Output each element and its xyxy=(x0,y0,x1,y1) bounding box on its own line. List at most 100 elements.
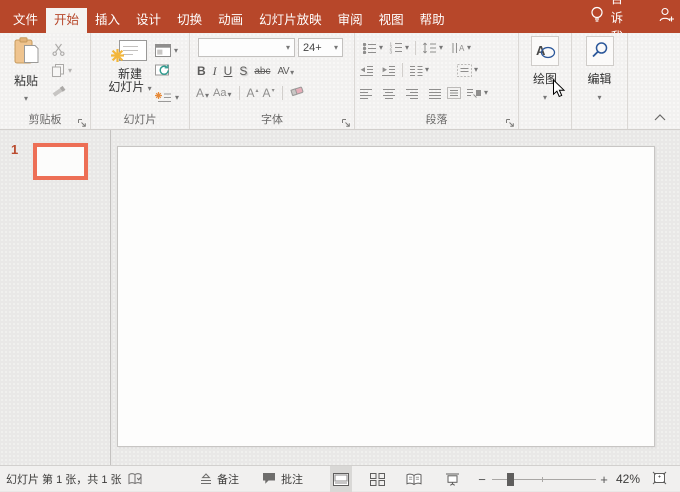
text-shadow-button[interactable]: S xyxy=(239,64,247,78)
zoom-out-button[interactable]: − xyxy=(476,472,488,487)
increase-indent-button[interactable] xyxy=(381,65,396,76)
zoom-slider[interactable] xyxy=(492,472,596,486)
slide-sorter-view-button[interactable] xyxy=(365,466,389,492)
copy-button[interactable]: ▾ xyxy=(52,60,72,81)
distribute-text-button[interactable] xyxy=(447,87,461,99)
increase-indent-icon xyxy=(382,65,395,76)
bold-button[interactable]: B xyxy=(197,64,206,78)
divider xyxy=(415,41,417,55)
tell-me-button[interactable]: 告诉我 xyxy=(590,0,623,44)
columns-icon xyxy=(410,65,423,76)
tab-slideshow[interactable]: 幻灯片放映 xyxy=(251,8,330,33)
drawing-icon: A xyxy=(536,43,556,59)
align-left-button[interactable] xyxy=(359,88,373,99)
share-button[interactable]: 共享 xyxy=(659,0,680,33)
convert-to-smartart-button[interactable]: ▾ xyxy=(466,87,488,99)
format-painter-button[interactable] xyxy=(52,81,72,102)
comments-button[interactable]: 批注 xyxy=(262,471,303,487)
tab-insert[interactable]: 插入 xyxy=(87,8,128,33)
justify-button[interactable] xyxy=(428,88,442,99)
align-right-icon xyxy=(406,88,418,99)
svg-text:A: A xyxy=(459,44,465,53)
numbering-icon: 123 xyxy=(390,42,403,54)
section-button[interactable]: ▾ xyxy=(155,88,179,107)
bullets-button[interactable]: ▾ xyxy=(363,42,383,54)
line-spacing-icon xyxy=(423,42,437,54)
slide-canvas[interactable] xyxy=(117,146,655,447)
columns-button[interactable]: ▾ xyxy=(409,65,429,76)
text-direction-button[interactable]: A ▾ xyxy=(451,42,471,54)
ribbon-tab-bar: 文件 开始 插入 设计 切换 动画 幻灯片放映 审阅 视图 帮助 告诉我 共享 xyxy=(0,0,680,44)
paragraph-dialog-launcher[interactable] xyxy=(505,115,515,127)
align-center-icon xyxy=(383,88,395,99)
slides-group-label: 幻灯片 xyxy=(123,114,157,126)
add-person-icon xyxy=(659,7,675,26)
zoom-in-button[interactable]: + xyxy=(598,472,610,487)
normal-view-button[interactable] xyxy=(330,466,352,492)
comments-label: 批注 xyxy=(281,473,303,486)
font-color-button[interactable]: A ▾ xyxy=(196,86,209,100)
clear-formatting-button[interactable] xyxy=(289,84,304,102)
eraser-icon xyxy=(289,86,303,97)
drawing-dropdown-arrow[interactable]: ▾ xyxy=(543,93,547,102)
tab-animations[interactable]: 动画 xyxy=(210,8,251,33)
notes-button[interactable]: 备注 xyxy=(200,471,239,487)
reading-view-button[interactable] xyxy=(402,466,426,492)
bullets-icon xyxy=(363,42,376,54)
italic-button[interactable]: I xyxy=(213,64,217,79)
tab-home[interactable]: 开始 xyxy=(46,8,88,33)
paste-button[interactable]: 粘贴 ▾ xyxy=(6,37,46,103)
align-left-icon xyxy=(360,88,372,99)
zoom-slider-handle[interactable] xyxy=(507,472,514,486)
editing-button[interactable] xyxy=(585,36,614,66)
new-slide-icon xyxy=(111,40,148,67)
comment-icon xyxy=(263,473,275,484)
paste-dropdown-arrow[interactable]: ▾ xyxy=(6,95,46,103)
new-slide-button[interactable]: 新建 幻灯片 ▾ xyxy=(105,36,155,94)
change-case-button[interactable]: Aa ▾ xyxy=(213,87,231,99)
section-dropdown-arrow[interactable]: ▾ xyxy=(175,93,179,102)
strikethrough-button[interactable]: abc xyxy=(254,66,270,77)
font-size-dropdown-arrow[interactable]: ▾ xyxy=(334,43,338,52)
font-dialog-launcher[interactable] xyxy=(341,115,351,127)
svg-text:3: 3 xyxy=(390,50,393,54)
cut-button[interactable] xyxy=(52,39,72,60)
fit-slide-to-window-button[interactable] xyxy=(652,471,667,488)
font-size-combobox[interactable]: 24+ ▾ xyxy=(298,38,343,57)
reset-slide-button[interactable] xyxy=(155,60,179,79)
underline-button[interactable]: U xyxy=(224,64,233,78)
align-center-button[interactable] xyxy=(382,88,396,99)
tab-transitions[interactable]: 切换 xyxy=(169,8,210,33)
zoom-percentage[interactable]: 42% xyxy=(616,472,644,486)
tab-help[interactable]: 帮助 xyxy=(412,8,453,33)
character-spacing-button[interactable]: AV ▾ xyxy=(277,66,294,77)
paragraph-group: ▾ 123 ▾ ▾ A ▾ ▾ ▾ ▾ 段落 xyxy=(355,33,519,129)
editing-dropdown-arrow[interactable]: ▾ xyxy=(597,93,601,102)
slideshow-view-button[interactable] xyxy=(440,466,464,492)
drawing-button[interactable]: A xyxy=(531,36,559,66)
spell-check-icon xyxy=(128,472,142,484)
line-spacing-button[interactable]: ▾ xyxy=(422,42,443,54)
tab-file[interactable]: 文件 xyxy=(5,8,46,33)
align-right-button[interactable] xyxy=(405,88,419,99)
clipboard-dialog-launcher[interactable] xyxy=(77,115,87,127)
copy-dropdown-arrow[interactable]: ▾ xyxy=(68,66,72,75)
layout-dropdown-arrow[interactable]: ▾ xyxy=(174,46,178,55)
spell-check-button[interactable] xyxy=(128,472,143,486)
collapse-ribbon-button[interactable] xyxy=(653,112,667,122)
search-icon xyxy=(591,42,607,58)
decrease-font-size-button[interactable]: A ▾ xyxy=(263,86,275,100)
slide-layout-button[interactable]: ▾ xyxy=(155,41,179,60)
increase-font-size-button[interactable]: A ▴ xyxy=(247,86,259,100)
slide-thumbnail[interactable] xyxy=(33,143,88,180)
tab-review[interactable]: 审阅 xyxy=(330,8,371,33)
numbering-button[interactable]: 123 ▾ xyxy=(389,42,410,54)
clipboard-small-buttons: ▾ xyxy=(52,39,72,102)
tab-view[interactable]: 视图 xyxy=(371,8,412,33)
font-name-combobox[interactable]: ▾ xyxy=(198,38,295,57)
font-name-dropdown-arrow[interactable]: ▾ xyxy=(286,43,290,52)
decrease-indent-button[interactable] xyxy=(359,65,374,76)
tab-design[interactable]: 设计 xyxy=(128,8,169,33)
align-text-button[interactable]: ▾ xyxy=(457,63,478,77)
scissors-icon xyxy=(52,43,65,56)
